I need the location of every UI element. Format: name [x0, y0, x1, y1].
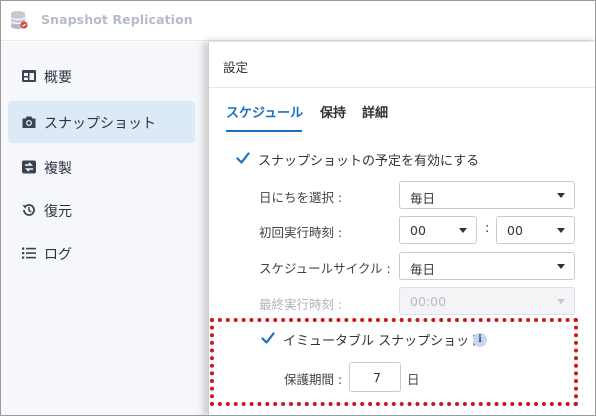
schedule-cycle-label: スケジュールサイクル : — [259, 261, 391, 276]
immutable-snapshot-checkbox[interactable] — [261, 331, 275, 345]
sidebar-item-log[interactable]: ログ — [8, 232, 195, 274]
sidebar-item-label: ログ — [44, 247, 72, 263]
overview-icon — [22, 70, 36, 82]
protection-period-label: 保護期間 : — [284, 372, 343, 387]
tab-bar: スケジュール 保持 詳細 — [209, 88, 596, 134]
tab-schedule[interactable]: スケジュール — [226, 102, 303, 121]
immutable-snapshot-label: イミュータブル スナップショット — [283, 334, 483, 349]
chevron-down-icon — [557, 193, 565, 198]
first-run-time-label: 初回実行時刻 : — [259, 225, 343, 240]
dialog-header: 設定 — [209, 42, 596, 88]
first-run-hour-select[interactable]: 00 — [399, 216, 477, 244]
sidebar-item-restore[interactable]: 復元 — [8, 189, 195, 231]
settings-dialog: 設定 スケジュール 保持 詳細 スナップショットの予定を有効にする 日にちを選択… — [208, 42, 596, 416]
protection-period-input[interactable]: 7 — [349, 362, 401, 392]
chevron-down-icon — [459, 228, 467, 233]
sidebar: 概要 スナップショット 複製 復元 ログ — [1, 42, 206, 415]
database-icon — [10, 11, 28, 29]
app-titlebar: Snapshot Replication — [1, 1, 595, 41]
restore-icon — [22, 204, 35, 216]
sidebar-item-replication[interactable]: 複製 — [8, 146, 195, 188]
log-icon — [22, 247, 36, 259]
enable-schedule-label: スナップショットの予定を有効にする — [258, 154, 480, 169]
enable-schedule-checkbox[interactable] — [236, 151, 250, 165]
sidebar-item-label: 復元 — [44, 204, 72, 220]
tab-retention[interactable]: 保持 — [320, 102, 346, 121]
sidebar-item-label: スナップショット — [44, 116, 156, 132]
tab-advanced[interactable]: 詳細 — [362, 102, 388, 121]
schedule-cycle-select[interactable]: 毎日 — [399, 252, 575, 280]
info-icon[interactable]: i — [473, 333, 487, 347]
first-run-minute-select[interactable]: 00 — [496, 216, 575, 244]
sidebar-item-label: 複製 — [44, 161, 72, 177]
last-run-time-label: 最終実行時刻 : — [259, 297, 343, 312]
sidebar-item-overview[interactable]: 概要 — [8, 55, 195, 97]
app-title: Snapshot Replication — [41, 12, 193, 27]
camera-icon — [22, 116, 36, 128]
chevron-down-icon — [557, 228, 565, 233]
last-run-time-select: 00:00 — [399, 287, 575, 315]
protection-period-unit: 日 — [407, 372, 420, 387]
replication-icon — [22, 160, 36, 174]
dialog-title: 設定 — [223, 60, 249, 75]
chevron-down-icon — [557, 264, 565, 269]
sidebar-item-snapshot[interactable]: スナップショット — [8, 101, 195, 143]
sidebar-item-label: 概要 — [44, 70, 72, 86]
time-separator: : — [485, 221, 490, 236]
chevron-down-icon — [557, 299, 565, 304]
date-select[interactable]: 毎日 — [399, 181, 575, 209]
date-label: 日にちを選択 : — [259, 190, 343, 205]
active-tab-indicator — [226, 130, 302, 132]
